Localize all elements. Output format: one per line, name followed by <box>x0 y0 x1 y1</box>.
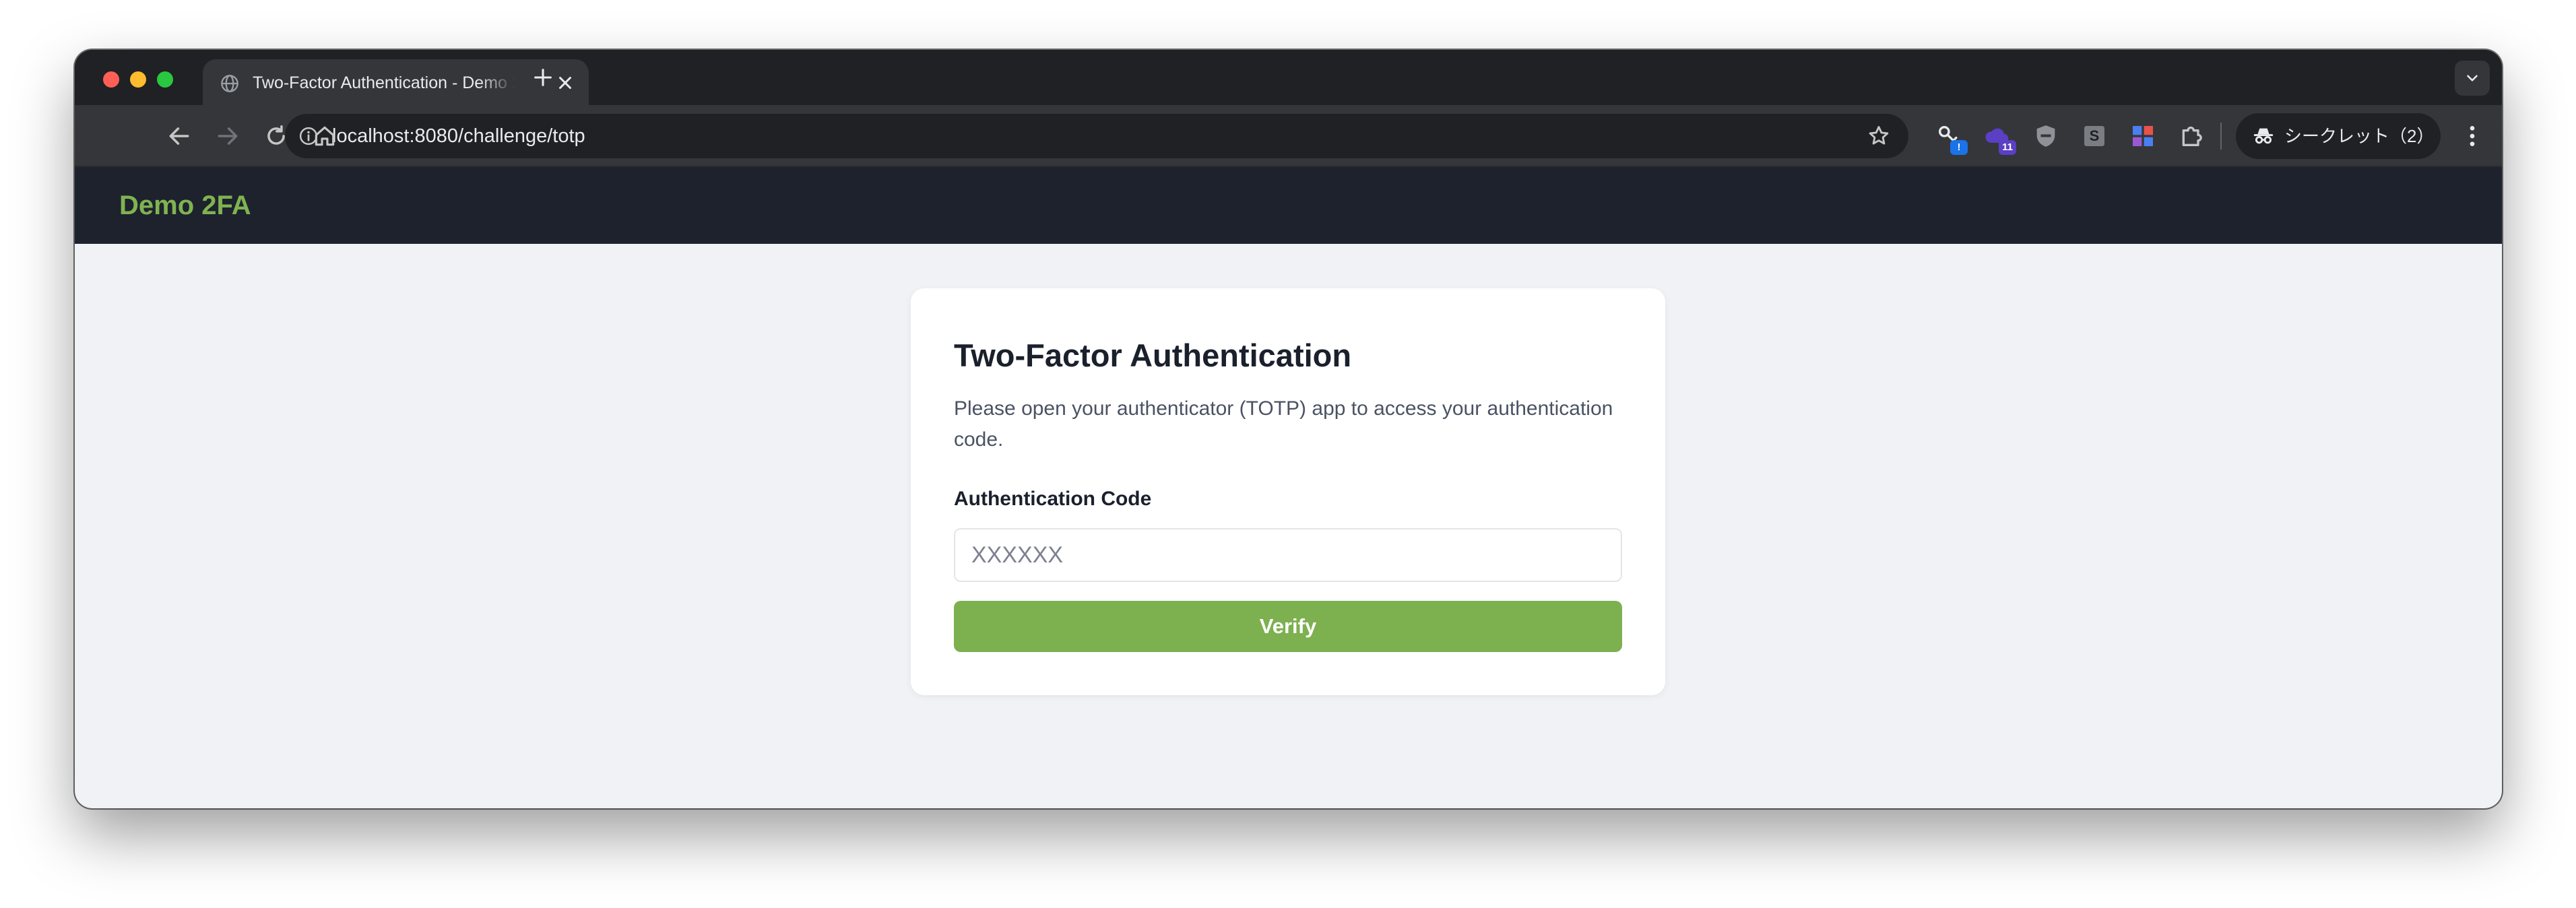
browser-window: Two-Factor Authentication - Demo 2FA loc… <box>75 50 2502 808</box>
puzzle-icon <box>2182 126 2202 146</box>
incognito-icon <box>2253 128 2274 144</box>
star-icon[interactable] <box>1867 124 1891 148</box>
page-viewport: Demo 2FA Two-Factor Authentication Pleas… <box>75 167 2502 808</box>
instructions-text: Please open your authenticator (TOTP) ap… <box>954 397 1613 451</box>
code-input[interactable] <box>954 528 1622 582</box>
extension-5[interactable] <box>2129 123 2156 150</box>
maximize-window-button[interactable] <box>157 71 173 88</box>
app-header: Demo 2FA <box>75 167 2502 244</box>
extension-3[interactable] <box>2032 123 2059 150</box>
extension-letter: S <box>2089 127 2100 144</box>
minimize-window-button[interactable] <box>130 71 146 88</box>
tab-strip: Two-Factor Authentication - Demo 2FA <box>75 50 2502 105</box>
arrow-right-icon[interactable] <box>215 123 240 149</box>
brand-logo[interactable]: Demo 2FA <box>119 189 251 222</box>
home-icon[interactable] <box>312 123 337 149</box>
arrow-left-icon[interactable] <box>166 123 192 149</box>
close-window-button[interactable] <box>103 71 119 88</box>
toolbar-separator <box>2220 123 2222 150</box>
close-icon[interactable] <box>555 73 575 93</box>
browser-toolbar: localhost:8080/challenge/totp ! 11 S シーク… <box>75 105 2502 167</box>
extension-2[interactable]: 11 <box>1984 123 2016 155</box>
page-title: Two-Factor Authentication <box>954 337 1352 373</box>
url-text: localhost:8080/challenge/totp <box>332 125 585 147</box>
extensions-button[interactable] <box>2178 123 2205 150</box>
tab-title: Two-Factor Authentication - Demo 2FA <box>253 73 515 92</box>
vertical-dots-icon[interactable] <box>2459 123 2486 150</box>
challenge-card: Two-Factor Authentication Please open yo… <box>911 288 1665 695</box>
shield-icon <box>2036 125 2055 147</box>
extension-badge: ! <box>1950 140 1968 155</box>
code-label: Authentication Code <box>954 488 1152 510</box>
grid-icon <box>2133 126 2153 146</box>
incognito-label: シークレット（2） <box>2284 126 2435 146</box>
globe-icon <box>221 75 238 92</box>
verify-button[interactable]: Verify <box>954 601 1622 652</box>
incognito-button[interactable]: シークレット（2） <box>2236 113 2441 159</box>
extension-1[interactable]: ! <box>1935 123 1968 155</box>
extension-4[interactable]: S <box>2081 123 2108 150</box>
tab-search-button[interactable] <box>2455 61 2490 96</box>
address-bar[interactable]: localhost:8080/challenge/totp <box>285 114 1908 158</box>
extension-badge: 11 <box>1999 140 2016 155</box>
chevron-down-icon <box>2467 75 2478 82</box>
new-tab-icon[interactable] <box>532 66 554 89</box>
